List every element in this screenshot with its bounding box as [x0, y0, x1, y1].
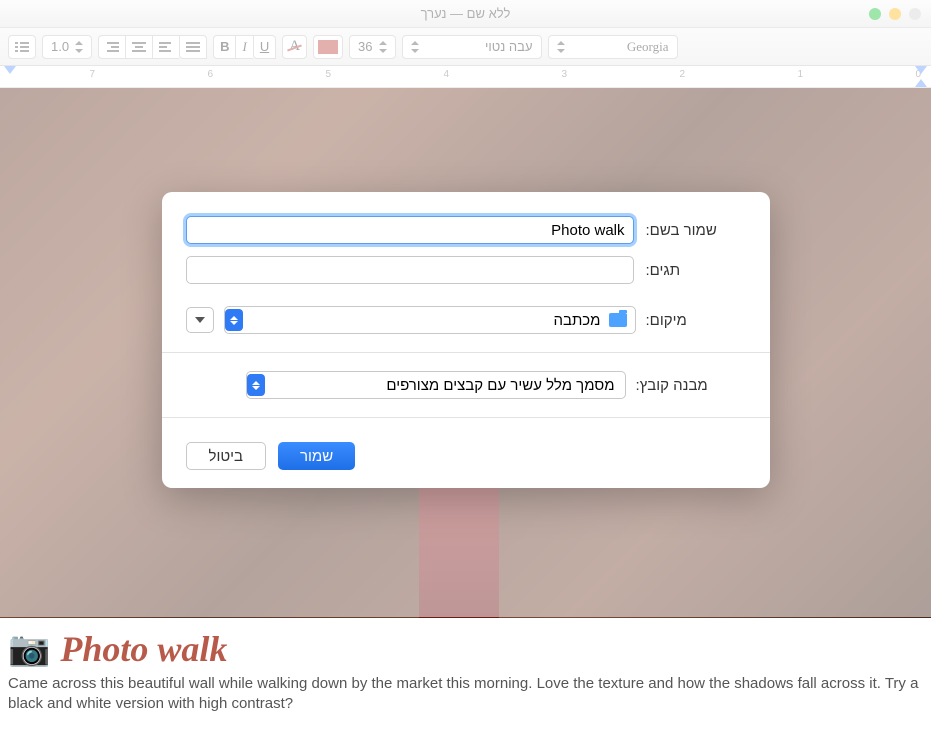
location-select[interactable]: מכתבה: [224, 306, 636, 334]
save-dialog: שמור בשם: תגים: מיקום: מכתבה מבנה קובץ: …: [162, 192, 770, 488]
document-title[interactable]: Photo walk: [60, 628, 227, 670]
location-value: מכתבה: [251, 312, 601, 329]
camera-icon: 📷: [8, 629, 50, 669]
select-arrows-icon: [247, 374, 265, 396]
location-label: מיקום:: [646, 312, 746, 329]
dialog-separator: [162, 417, 770, 418]
document-body[interactable]: Came across this beautiful wall while wa…: [0, 674, 931, 715]
tags-label: תגים:: [646, 262, 746, 279]
file-format-value: מסמך מלל עשיר עם קבצים מצורפים: [265, 377, 615, 394]
modal-dim-overlay: [0, 0, 931, 88]
save-as-input[interactable]: [186, 216, 634, 244]
select-arrows-icon: [225, 309, 243, 331]
document-title-row: 📷 Photo walk: [0, 618, 931, 674]
chevron-down-icon: [195, 317, 205, 323]
dialog-separator: [162, 352, 770, 353]
save-button[interactable]: שמור: [278, 442, 355, 470]
file-format-label: מבנה קובץ:: [636, 377, 746, 394]
tags-input[interactable]: [186, 256, 634, 284]
save-as-label: שמור בשם:: [646, 222, 746, 239]
folder-icon: [609, 313, 627, 327]
file-format-select[interactable]: מסמך מלל עשיר עם קבצים מצורפים: [246, 371, 626, 399]
expand-browser-button[interactable]: [186, 307, 214, 333]
cancel-button[interactable]: ביטול: [186, 442, 267, 470]
